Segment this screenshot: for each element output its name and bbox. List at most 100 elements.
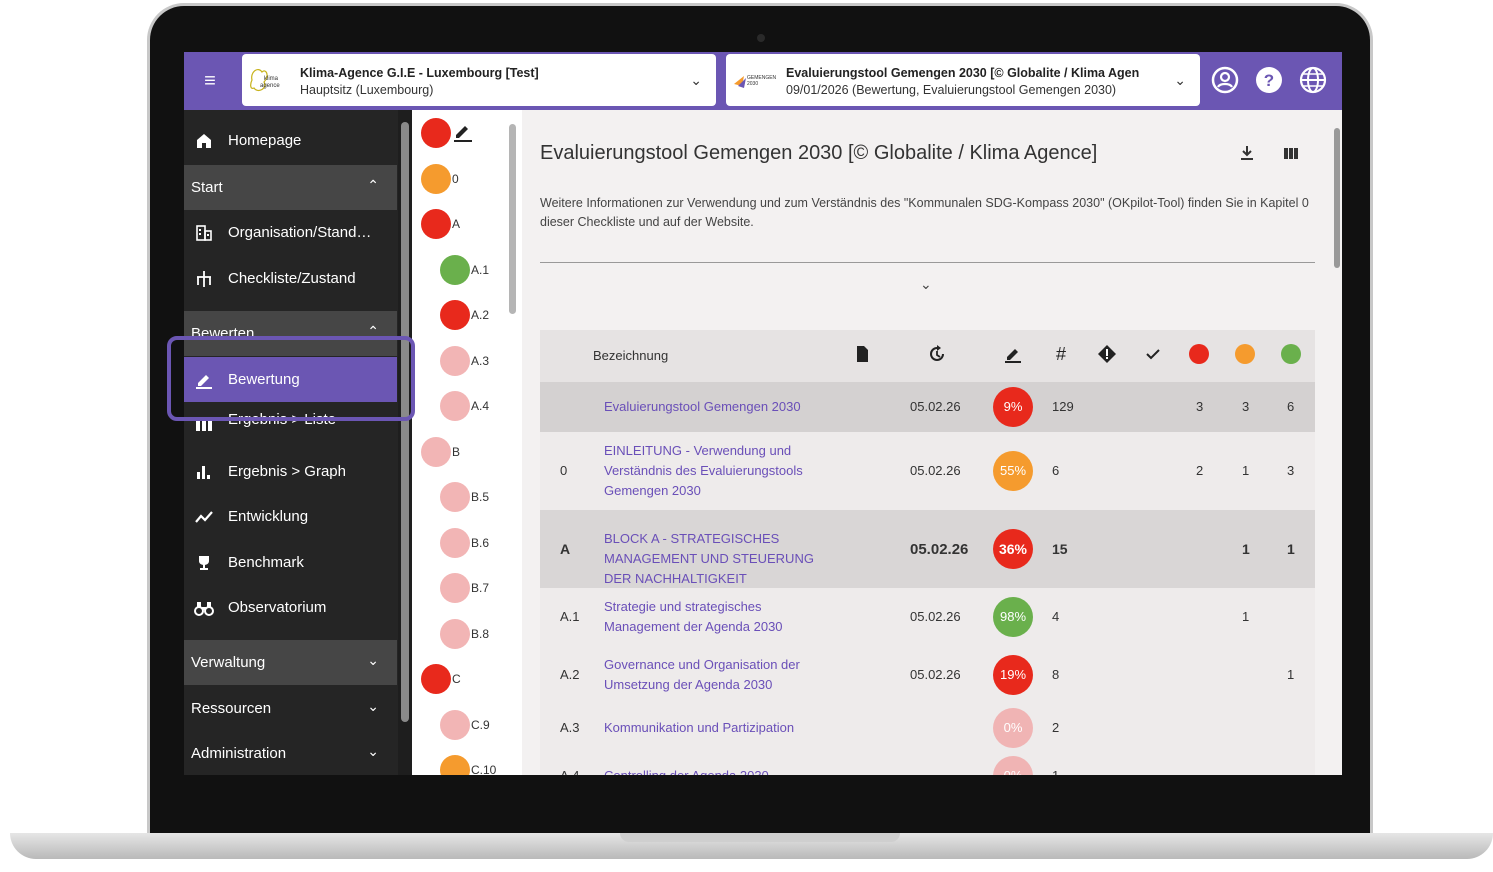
- row-name-link[interactable]: Kommunikation und Partizipation: [604, 718, 834, 738]
- sidebar-item-homepage[interactable]: Homepage: [184, 118, 397, 163]
- tree-status-dot[interactable]: [440, 755, 470, 775]
- building-icon: [196, 225, 212, 241]
- chevron-down-icon: ⌄: [367, 698, 379, 714]
- row-orange-count: 1: [1242, 609, 1250, 624]
- tree-node-label[interactable]: C.9: [471, 718, 490, 732]
- columns-icon[interactable]: [1282, 144, 1300, 162]
- row-date: 05.02.26: [910, 609, 961, 624]
- history-icon: [930, 345, 944, 361]
- chevron-down-icon: ⌄: [690, 72, 702, 88]
- tree-node-label[interactable]: A: [452, 217, 460, 231]
- tree-node-label[interactable]: C.10: [471, 763, 496, 775]
- account-circle-icon[interactable]: [1211, 66, 1239, 94]
- highlight-frame: [167, 336, 415, 421]
- tree-node-label[interactable]: B.6: [471, 536, 489, 550]
- tree-status-dot[interactable]: [440, 618, 470, 649]
- row-name-link[interactable]: Strategie und strategisches Management d…: [604, 597, 834, 637]
- row-green-count: 1: [1287, 541, 1295, 557]
- edit-icon[interactable]: [452, 120, 474, 144]
- row-name-link[interactable]: Governance und Organisation der Umsetzun…: [604, 655, 834, 695]
- tree-node-label[interactable]: A.2: [471, 308, 489, 322]
- tree-scrollbar[interactable]: [506, 110, 520, 775]
- column-header-bezeichnung[interactable]: Bezeichnung: [593, 348, 668, 363]
- row-percentage-badge: 36%: [993, 529, 1033, 569]
- row-green-count: 6: [1287, 399, 1295, 414]
- table-row[interactable]: A.4 Controlling der Agenda 2030 0% 1: [540, 752, 1315, 775]
- tree-status-dot[interactable]: [440, 300, 470, 330]
- sidebar-item-entwicklung[interactable]: Entwicklung: [184, 494, 397, 539]
- tree-node-label[interactable]: B: [452, 445, 460, 459]
- tree-status-dot[interactable]: [440, 391, 470, 421]
- main-scrollbar[interactable]: [1332, 110, 1342, 775]
- tree-status-dot[interactable]: [440, 573, 470, 603]
- tree-node-label[interactable]: B.7: [471, 581, 489, 595]
- tree-node-label[interactable]: 0: [452, 172, 459, 186]
- tree-node-label[interactable]: B.8: [471, 627, 489, 641]
- row-name-link[interactable]: Controlling der Agenda 2030: [604, 766, 834, 775]
- tree-status-dot[interactable]: [440, 345, 470, 376]
- tree-status-dot[interactable]: [421, 664, 451, 694]
- table-row[interactable]: Evaluierungstool Gemengen 2030 05.02.26 9%…: [540, 382, 1315, 433]
- sidebar-item-checkliste[interactable]: Checkliste/Zustand: [184, 256, 397, 301]
- help-icon[interactable]: ?: [1255, 66, 1283, 94]
- table-row[interactable]: 0 EINLEITUNG - Verwendung und Verständnis…: [540, 432, 1315, 511]
- tree-status-dot[interactable]: [421, 209, 451, 239]
- tree-status-dot[interactable]: [440, 527, 470, 558]
- tool-selector[interactable]: GEMENGEN 2030 Evaluierungstool Gemengen …: [726, 54, 1200, 106]
- scrollbar-thumb[interactable]: [509, 124, 516, 314]
- scrollbar-thumb[interactable]: [401, 122, 409, 722]
- section-administration[interactable]: Administration ⌄: [184, 731, 397, 775]
- tree-node-label[interactable]: A.1: [471, 263, 489, 277]
- tree-status-dot[interactable]: [440, 482, 470, 512]
- row-name-link[interactable]: Evaluierungstool Gemengen 2030: [604, 397, 834, 417]
- tree-status-dot[interactable]: [440, 709, 470, 740]
- hash-icon: #: [1055, 344, 1066, 364]
- row-code: 0: [560, 463, 568, 478]
- expand-chevron-icon[interactable]: ⌄: [920, 276, 932, 293]
- sidebar-item-benchmark[interactable]: Benchmark: [184, 540, 397, 585]
- tree-status-dot[interactable]: [440, 254, 470, 285]
- trophy-icon: [199, 556, 209, 570]
- info-text: Weitere Informationen zur Verwendung und…: [540, 196, 1309, 229]
- sidebar-item-ergebnis-graph[interactable]: Ergebnis > Graph: [184, 449, 397, 494]
- bar-chart-icon: [197, 466, 210, 479]
- row-green-count: 1: [1287, 667, 1295, 682]
- download-icon[interactable]: [1238, 144, 1256, 162]
- table-row[interactable]: A.1 Strategie und strategisches Managemen…: [540, 588, 1315, 647]
- row-orange-count: 1: [1242, 463, 1250, 478]
- tree-node-label[interactable]: B.5: [471, 490, 489, 504]
- scrollbar-thumb[interactable]: [1334, 128, 1340, 268]
- gemengen-2030-logo: GEMENGEN 2030: [734, 75, 776, 88]
- table-row[interactable]: A.2 Governance und Organisation der Umset…: [540, 646, 1315, 705]
- hamburger-menu-icon[interactable]: ≡: [198, 69, 222, 93]
- svg-text:agence: agence: [260, 83, 280, 89]
- sidebar-item-label: Observatorium: [228, 599, 327, 616]
- sidebar-item-observatorium[interactable]: Observatorium: [184, 585, 397, 630]
- row-date: 05.02.26: [910, 463, 961, 478]
- globe-icon[interactable]: [1299, 66, 1327, 94]
- row-green-count: 3: [1287, 463, 1295, 478]
- sidebar-item-organisation[interactable]: Organisation/Stand…: [184, 210, 397, 255]
- section-verwaltung[interactable]: Verwaltung ⌄: [184, 640, 397, 685]
- divider: [540, 262, 1315, 263]
- section-ressourcen[interactable]: Ressourcen ⌄: [184, 686, 397, 731]
- table-row[interactable]: A BLOCK A - STRATEGISCHES MANAGEMENT UND …: [540, 510, 1315, 589]
- row-name-link[interactable]: BLOCK A - STRATEGISCHES MANAGEMENT UND S…: [604, 529, 834, 589]
- section-start[interactable]: Start ⌃: [184, 165, 397, 210]
- table-row[interactable]: A.3 Kommunikation und Partizipation 0% 2: [540, 704, 1315, 753]
- organisation-selector[interactable]: klima agence Klima-Agence G.I.E - Luxemb…: [242, 54, 716, 106]
- tree-node-label[interactable]: C: [452, 672, 461, 686]
- edit-icon: [1005, 349, 1021, 363]
- row-code: A.2: [560, 667, 580, 682]
- tree-node-label[interactable]: A.3: [471, 354, 489, 368]
- row-name-link[interactable]: EINLEITUNG - Verwendung und Verständnis …: [604, 441, 834, 501]
- tree-status-dot[interactable]: [421, 436, 451, 467]
- row-red-count: 2: [1196, 463, 1204, 478]
- svg-text:?: ?: [1264, 71, 1274, 90]
- tree-status-dot[interactable]: [421, 118, 451, 148]
- tree-status-dot[interactable]: [421, 163, 451, 194]
- tree-node-label[interactable]: A.4: [471, 399, 489, 413]
- camera: [757, 34, 765, 42]
- orange-dot-icon: [1235, 344, 1255, 364]
- sidebar-scrollbar[interactable]: [398, 110, 412, 775]
